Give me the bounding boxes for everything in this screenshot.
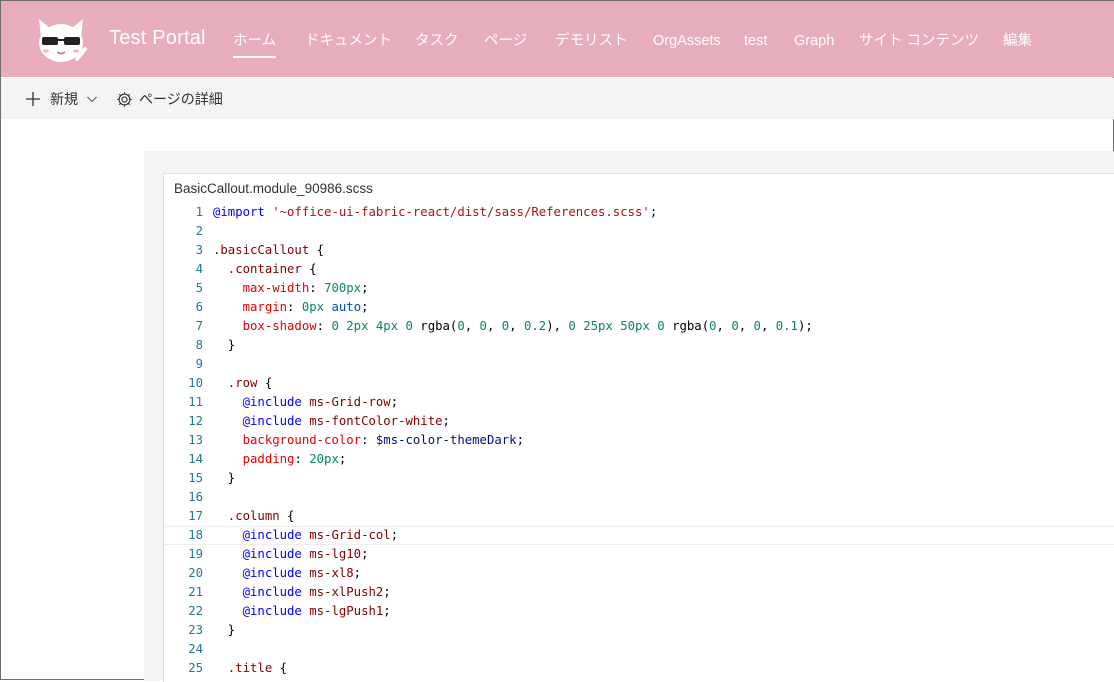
line-number: 10 — [188, 376, 203, 390]
code-line[interactable]: 12 @include ms-fontColor-white; — [164, 412, 1114, 431]
line-number: 23 — [188, 623, 203, 637]
line-content: max-width: 700px; — [213, 281, 369, 295]
line-content: } — [213, 623, 236, 637]
code-line[interactable]: 9 — [164, 355, 1114, 374]
line-number: 16 — [188, 490, 203, 504]
line-number: 13 — [188, 433, 203, 447]
line-content: } — [213, 338, 236, 352]
code-line[interactable]: 4 .container { — [164, 260, 1114, 279]
line-content: @include ms-lgPush1; — [213, 604, 391, 618]
line-content: @include ms-fontColor-white; — [213, 414, 450, 428]
code-line[interactable]: 13 background-color: $ms-color-themeDark… — [164, 431, 1114, 450]
page-details-button[interactable]: ページの詳細 — [116, 89, 223, 109]
line-number: 12 — [188, 414, 203, 428]
line-number: 5 — [195, 281, 203, 295]
code-line[interactable]: 5 max-width: 700px; — [164, 279, 1114, 298]
line-number: 3 — [195, 243, 203, 257]
line-number: 11 — [188, 395, 203, 409]
code-line[interactable]: 20 @include ms-xl8; — [164, 564, 1114, 583]
code-line[interactable]: 25 .title { — [164, 659, 1114, 678]
code-line[interactable]: 2 — [164, 222, 1114, 241]
nav-item-test[interactable]: test — [744, 31, 767, 51]
line-content: box-shadow: 0 2px 4px 0 rgba(0, 0, 0, 0.… — [213, 319, 813, 333]
line-number: 21 — [188, 585, 203, 599]
code-line[interactable]: 1 @import '~office-ui-fabric-react/dist/s… — [164, 203, 1114, 222]
code-line[interactable]: 6 margin: 0px auto; — [164, 298, 1114, 317]
code-area[interactable]: 1 @import '~office-ui-fabric-react/dist/s… — [164, 203, 1114, 678]
line-content: @include ms-lg10; — [213, 547, 369, 561]
line-number: 2 — [195, 224, 203, 238]
line-content: @include ms-xl8; — [213, 566, 362, 580]
code-line[interactable]: 11 @include ms-Grid-row; — [164, 393, 1114, 412]
line-number: 6 — [195, 300, 203, 314]
plus-icon — [25, 91, 41, 107]
line-content: } — [213, 471, 236, 485]
nav-item-home[interactable]: ホーム — [233, 31, 277, 58]
code-line[interactable]: 19 @include ms-lg10; — [164, 545, 1114, 564]
code-line[interactable]: 21 @include ms-xlPush2; — [164, 583, 1114, 602]
line-content: .column { — [213, 509, 295, 523]
code-line[interactable]: 17 .column { — [164, 507, 1114, 526]
line-number: 7 — [195, 319, 203, 333]
line-content: .basicCallout { — [213, 243, 325, 257]
line-number: 19 — [188, 547, 203, 561]
line-content: background-color: $ms-color-themeDark; — [213, 433, 524, 447]
line-content: @import '~office-ui-fabric-react/dist/sa… — [213, 205, 658, 219]
line-content: .title { — [213, 661, 288, 675]
line-content: margin: 0px auto; — [213, 300, 369, 314]
cat-with-sunglasses-logo[interactable] — [33, 15, 89, 67]
code-line[interactable]: 10 .row { — [164, 374, 1114, 393]
line-number: 17 — [188, 509, 203, 523]
nav-item-edit[interactable]: 編集 — [1003, 31, 1032, 51]
line-number: 9 — [195, 357, 203, 371]
line-number: 14 — [188, 452, 203, 466]
nav-item-orgassets[interactable]: OrgAssets — [653, 31, 721, 51]
line-content: .row { — [213, 376, 273, 390]
page-details-label: ページの詳細 — [139, 91, 223, 107]
code-line[interactable]: 14 padding: 20px; — [164, 450, 1114, 469]
new-button[interactable]: 新規 — [25, 89, 98, 109]
code-line[interactable]: 8 } — [164, 336, 1114, 355]
line-content: padding: 20px; — [213, 452, 347, 466]
nav-item-documents[interactable]: ドキュメント — [305, 31, 392, 51]
command-bar: 新規 ページの詳細 — [1, 78, 1114, 119]
gear-icon — [116, 91, 133, 108]
line-number: 22 — [188, 604, 203, 618]
code-line[interactable]: 7 box-shadow: 0 2px 4px 0 rgba(0, 0, 0, … — [164, 317, 1114, 336]
line-number: 20 — [188, 566, 203, 580]
code-line[interactable]: 15 } — [164, 469, 1114, 488]
site-title[interactable]: Test Portal — [109, 27, 206, 50]
code-line[interactable]: 24 — [164, 640, 1114, 659]
line-number: 25 — [188, 661, 203, 675]
suite-header: Test Portal ホーム ドキュメント タスク ページ デモリスト Org… — [1, 1, 1114, 77]
line-content: @include ms-Grid-row; — [213, 395, 399, 409]
code-line[interactable]: 22 @include ms-lgPush1; — [164, 602, 1114, 621]
code-line[interactable]: 23 } — [164, 621, 1114, 640]
code-line[interactable]: 3 .basicCallout { — [164, 241, 1114, 260]
line-content: .container { — [213, 262, 317, 276]
code-line[interactable]: 16 — [164, 488, 1114, 507]
code-editor-webpart: BasicCallout.module_90986.scss 1 @import … — [163, 173, 1114, 682]
code-line[interactable]: 18 @include ms-Grid-col; — [164, 526, 1114, 545]
nav-item-pages[interactable]: ページ — [484, 31, 527, 51]
chevron-down-icon — [86, 93, 98, 105]
editor-filename: BasicCallout.module_90986.scss — [174, 181, 373, 196]
line-number: 24 — [188, 642, 203, 656]
nav-item-site-contents[interactable]: サイト コンテンツ — [859, 31, 979, 51]
line-number: 18 — [188, 528, 203, 542]
nav-item-tasks[interactable]: タスク — [415, 31, 459, 51]
line-content: @include ms-xlPush2; — [213, 585, 391, 599]
line-number: 4 — [195, 262, 203, 276]
line-content: @include ms-Grid-col; — [213, 528, 399, 542]
new-button-label: 新規 — [50, 91, 78, 107]
line-number: 8 — [195, 338, 203, 352]
nav-item-graph[interactable]: Graph — [794, 31, 834, 51]
line-number: 15 — [188, 471, 203, 485]
nav-item-demo-list[interactable]: デモリスト — [555, 31, 628, 51]
line-number: 1 — [195, 205, 203, 219]
